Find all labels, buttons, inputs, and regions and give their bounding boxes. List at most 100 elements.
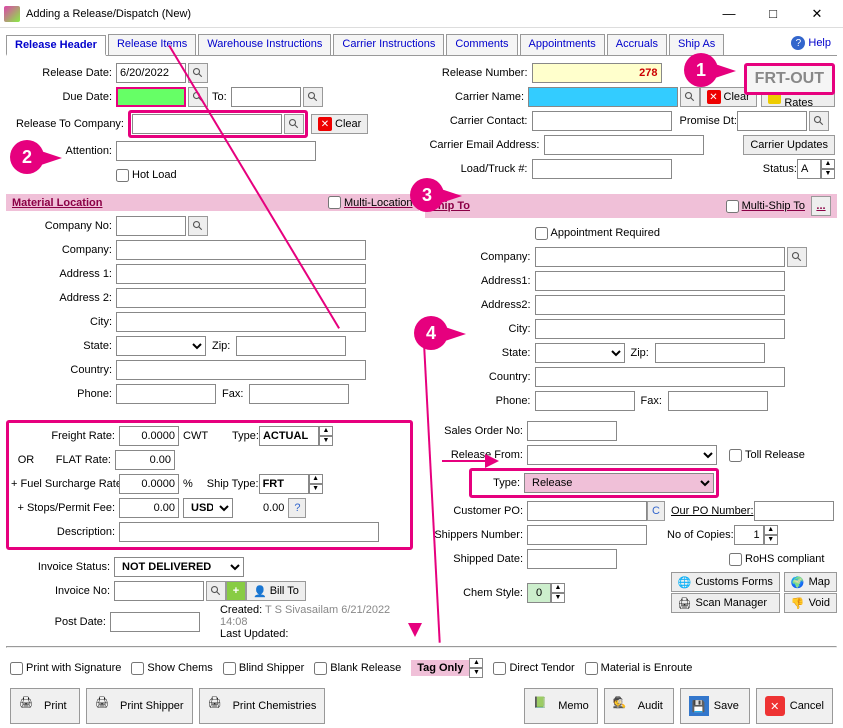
chem-style-down-button[interactable]: ▼ — [551, 593, 565, 603]
invoice-no-input[interactable] — [114, 581, 204, 601]
customer-po-input[interactable] — [527, 501, 647, 521]
no-copies-input[interactable] — [734, 525, 764, 545]
chem-style-up-button[interactable]: ▲ — [551, 583, 565, 593]
chem-style-input[interactable] — [527, 583, 551, 603]
print-shipper-button[interactable]: 🖨Print Shipper — [86, 688, 193, 724]
map-button[interactable]: 🌍Map — [784, 572, 837, 592]
ship-type-up-button[interactable]: ▲ — [309, 474, 323, 484]
fuel-surcharge-input[interactable] — [119, 474, 179, 494]
tab-carrier-instructions[interactable]: Carrier Instructions — [333, 34, 444, 55]
tab-release-header[interactable]: Release Header — [6, 35, 106, 56]
blind-shipper-checkbox[interactable]: Blind Shipper — [223, 662, 304, 675]
due-date-to-picker-button[interactable] — [303, 87, 323, 107]
toll-release-checkbox[interactable]: Toll Release — [729, 449, 837, 462]
bill-to-button[interactable]: 👤Bill To — [246, 581, 306, 601]
our-po-input[interactable] — [754, 501, 834, 521]
rohs-checkbox[interactable]: RoHS compliant — [729, 553, 837, 566]
carrier-name-search-button[interactable] — [680, 87, 699, 107]
tab-accruals[interactable]: Accruals — [607, 34, 667, 55]
freight-type-up-button[interactable]: ▲ — [319, 426, 333, 436]
matloc-city-input[interactable] — [116, 312, 366, 332]
status-input[interactable] — [797, 159, 821, 179]
material-enroute-checkbox[interactable]: Material is Enroute — [585, 662, 693, 675]
minimize-button[interactable]: — — [707, 1, 751, 27]
customer-po-c-button[interactable]: C — [647, 501, 665, 521]
invoice-no-search-button[interactable] — [206, 581, 226, 601]
shipto-company-input[interactable] — [535, 247, 785, 267]
customs-forms-button[interactable]: 🌐Customs Forms — [671, 572, 780, 592]
matloc-phone-input[interactable] — [116, 384, 216, 404]
matloc-address2-input[interactable] — [116, 288, 366, 308]
multi-location-checkbox[interactable]: Multi-Location — [328, 196, 412, 209]
promise-dt-picker-button[interactable] — [809, 111, 829, 131]
shipto-address2-input[interactable] — [535, 295, 785, 315]
load-truck-input[interactable] — [532, 159, 672, 179]
flat-rate-input[interactable] — [115, 450, 175, 470]
release-from-select[interactable] — [527, 445, 717, 465]
help-link[interactable]: ? Help — [791, 36, 831, 50]
copies-down-button[interactable]: ▼ — [764, 535, 778, 545]
post-date-input[interactable] — [110, 612, 200, 632]
status-up-button[interactable]: ▲ — [821, 159, 835, 169]
freight-description-input[interactable] — [119, 522, 379, 542]
multi-ship-to-checkbox[interactable]: Multi-Ship To — [726, 200, 805, 213]
invoice-status-select[interactable]: NOT DELIVERED — [114, 557, 244, 577]
tag-only-up-button[interactable]: ▲ — [469, 658, 483, 668]
tab-release-items[interactable]: Release Items — [108, 34, 196, 55]
freight-rate-input[interactable] — [119, 426, 179, 446]
freight-help-button[interactable]: ? — [288, 498, 306, 518]
shipto-company-search-button[interactable] — [787, 247, 807, 267]
tab-ship-as[interactable]: Ship As — [669, 34, 724, 55]
scan-manager-button[interactable]: 🖨Scan Manager — [671, 593, 780, 613]
freight-type-input[interactable] — [259, 426, 319, 446]
matloc-zip-input[interactable] — [236, 336, 346, 356]
status-down-button[interactable]: ▼ — [821, 169, 835, 179]
tab-appointments[interactable]: Appointments — [520, 34, 605, 55]
currency-select[interactable]: USD — [183, 498, 233, 518]
matloc-company-input[interactable] — [116, 240, 366, 260]
matloc-country-input[interactable] — [116, 360, 366, 380]
shipped-date-input[interactable] — [527, 549, 617, 569]
blank-release-checkbox[interactable]: Blank Release — [314, 662, 401, 675]
cancel-button[interactable]: ✕Cancel — [756, 688, 833, 724]
type-select[interactable]: Release — [524, 473, 714, 493]
matloc-fax-input[interactable] — [249, 384, 349, 404]
release-number-input[interactable] — [532, 63, 662, 83]
shipto-zip-input[interactable] — [655, 343, 765, 363]
hot-load-checkbox[interactable]: Hot Load — [116, 169, 224, 182]
show-chems-checkbox[interactable]: Show Chems — [131, 662, 212, 675]
matloc-address1-input[interactable] — [116, 264, 366, 284]
release-to-clear-button[interactable]: ✕ Clear — [311, 114, 368, 134]
due-date-input[interactable] — [116, 87, 186, 107]
shipto-address1-input[interactable] — [535, 271, 785, 291]
direct-tendor-checkbox[interactable]: Direct Tendor — [493, 662, 574, 675]
release-to-company-input[interactable] — [132, 114, 282, 134]
release-date-input[interactable] — [116, 63, 186, 83]
ship-type-input[interactable] — [259, 474, 309, 494]
shipto-country-input[interactable] — [535, 367, 785, 387]
shippers-number-input[interactable] — [527, 525, 647, 545]
void-button[interactable]: 👎Void — [784, 593, 837, 613]
matloc-company-no-input[interactable] — [116, 216, 186, 236]
release-to-company-search-button[interactable] — [284, 114, 304, 134]
ship-type-down-button[interactable]: ▼ — [309, 484, 323, 494]
memo-button[interactable]: 📗Memo — [524, 688, 598, 724]
promise-dt-input[interactable] — [737, 111, 807, 131]
appointment-required-checkbox[interactable]: Appointment Required — [535, 227, 643, 240]
print-signature-checkbox[interactable]: Print with Signature — [10, 662, 121, 675]
due-date-to-input[interactable] — [231, 87, 301, 107]
shipto-city-input[interactable] — [535, 319, 785, 339]
tab-warehouse-instructions[interactable]: Warehouse Instructions — [198, 34, 331, 55]
carrier-email-input[interactable] — [544, 135, 704, 155]
matloc-company-no-search-button[interactable] — [188, 216, 208, 236]
save-button[interactable]: 💾Save — [680, 688, 750, 724]
audit-button[interactable]: 🕵️Audit — [604, 688, 674, 724]
carrier-name-input[interactable] — [528, 87, 678, 107]
freight-type-down-button[interactable]: ▼ — [319, 436, 333, 446]
matloc-state-select[interactable] — [116, 336, 206, 356]
tag-only-down-button[interactable]: ▼ — [469, 668, 483, 678]
attention-input[interactable] — [116, 141, 316, 161]
carrier-contact-input[interactable] — [532, 111, 672, 131]
tab-comments[interactable]: Comments — [446, 34, 517, 55]
carrier-updates-button[interactable]: Carrier Updates — [743, 135, 835, 155]
